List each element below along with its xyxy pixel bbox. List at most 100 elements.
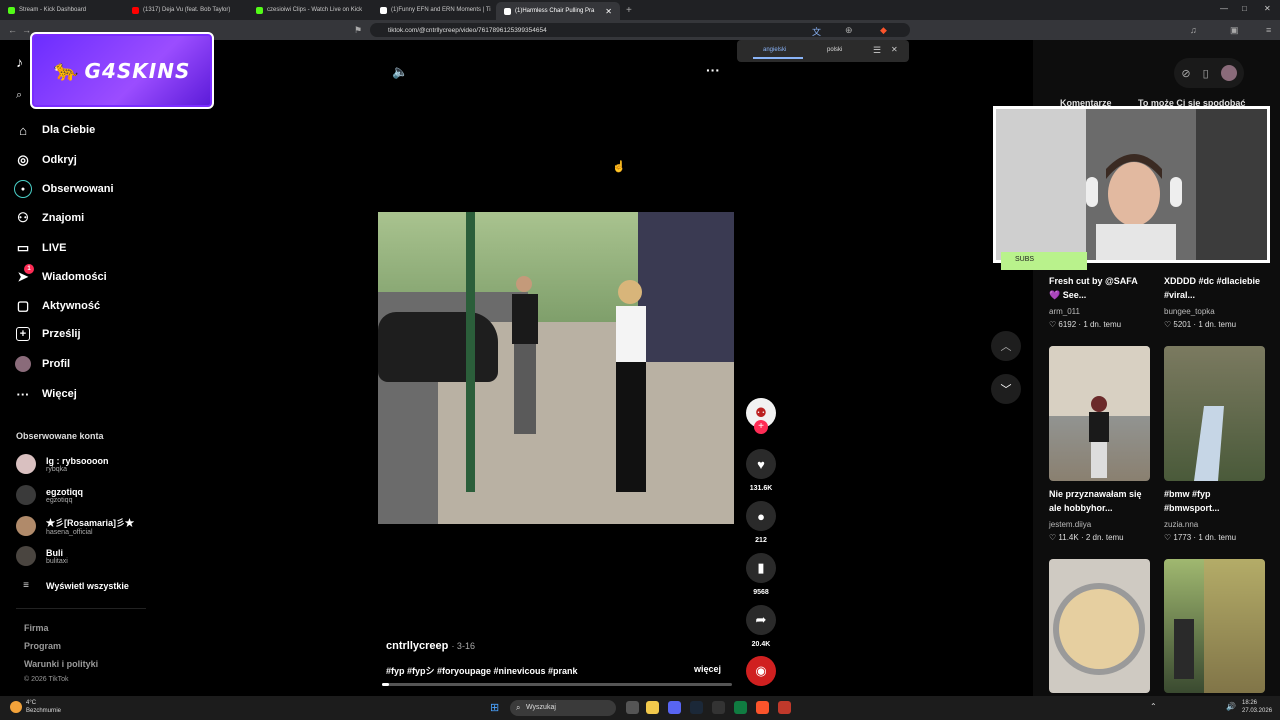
followed-account[interactable]: ★彡[Rosamaria]彡★ hasena_official	[16, 516, 134, 536]
weather-icon[interactable]	[10, 701, 22, 713]
card-user[interactable]: zuzia.nna	[1164, 520, 1198, 529]
card-user[interactable]: arm_011	[1049, 307, 1080, 316]
card-title[interactable]: XDDDD #dc #dlaciebie #viral...	[1164, 274, 1264, 302]
more-options-icon[interactable]: ···	[706, 62, 720, 78]
volume-icon[interactable]: 🔊	[1226, 702, 1236, 711]
share-button[interactable]: ➦ 20.4K	[746, 605, 776, 648]
music-disc[interactable]: ◉	[746, 656, 776, 686]
sidebar-item-aktywnosc[interactable]: ▢ Aktywność	[14, 297, 100, 315]
upload-icon: +	[16, 327, 30, 341]
footer-link-terms[interactable]: Warunki i polityki	[24, 659, 98, 669]
messages-icon: ➤ 1	[14, 264, 34, 286]
close-tab-icon[interactable]: ✕	[605, 7, 612, 16]
avatar	[16, 454, 36, 474]
see-all-followed[interactable]: ≡ Wyświetl wszystkie	[16, 580, 129, 591]
next-video-button[interactable]: ﹀	[991, 374, 1021, 404]
bookmark-icon[interactable]: ⚑	[354, 25, 362, 36]
translate-target-lang[interactable]: polski	[827, 47, 842, 53]
followed-account[interactable]: Ig : rybsoooon rybqka	[16, 454, 109, 474]
like-button[interactable]: ♥ 131.6K	[746, 449, 776, 492]
forward-icon[interactable]: →	[22, 25, 31, 35]
brave-shield-icon[interactable]: ◆	[880, 25, 887, 36]
thumbnail-image	[1194, 406, 1224, 481]
card-user[interactable]: jestem.diiya	[1049, 520, 1091, 529]
browser-tab[interactable]: czesioiwi Clips - Watch Live on Kick	[248, 2, 372, 18]
brave-icon[interactable]	[756, 701, 769, 714]
video-hashtags[interactable]: #fyp #fypシ #foryoupage #ninevicous #pran…	[386, 664, 578, 677]
friends-icon: ⚇	[17, 210, 29, 225]
url-input[interactable]: tiktok.com/@cntrllycreep/video/761789612…	[370, 23, 910, 37]
translate-close-icon[interactable]: ✕	[891, 45, 898, 54]
home-icon: ⌂	[19, 122, 27, 138]
sidebar-item-live[interactable]: ▭ LIVE	[14, 239, 67, 257]
video-thumbnail[interactable]	[1049, 346, 1150, 481]
video-progress-bar[interactable]	[382, 683, 732, 686]
footer-link-firma[interactable]: Firma	[24, 623, 49, 633]
minimize-icon[interactable]: —	[1220, 4, 1228, 13]
task-view-icon[interactable]	[626, 701, 639, 714]
zoom-icon[interactable]: ⊕	[845, 25, 853, 36]
card-meta: ♡ 6192 · 1 dn. temu	[1049, 320, 1122, 329]
browser-tab[interactable]: Stream - Kick Dashboard	[0, 2, 124, 18]
menu-icon[interactable]: ≡	[1266, 25, 1271, 35]
more-caption-button[interactable]: więcej	[694, 664, 721, 674]
video-author[interactable]: cntrllycreep · 3-16	[386, 640, 475, 652]
sidebar-item-wiecej[interactable]: ··· Więcej	[14, 385, 77, 403]
translate-menu-icon[interactable]: ☰	[873, 45, 881, 56]
sidebar-item-odkryj[interactable]: ◎ Odkryj	[14, 151, 77, 169]
video-thumbnail[interactable]	[1164, 346, 1265, 481]
excel-icon[interactable]	[734, 701, 747, 714]
comment-button[interactable]: ● 212	[746, 501, 776, 544]
extensions-icon[interactable]: ♫	[1190, 25, 1197, 35]
video-thumbnail[interactable]	[1164, 559, 1265, 693]
cursor-icon: ☝	[612, 161, 626, 173]
back-icon[interactable]: ←	[8, 25, 17, 35]
sidebar-item-obserwowani[interactable]: ● Obserwowani	[14, 180, 114, 198]
translate-icon[interactable]: 文	[812, 25, 821, 38]
new-tab-icon[interactable]: +	[626, 5, 632, 16]
user-avatar[interactable]	[1220, 65, 1237, 81]
taskbar-search[interactable]: ⌕ Wyszukaj	[510, 700, 616, 716]
app-icon[interactable]	[712, 701, 725, 714]
footer-link-program[interactable]: Program	[24, 641, 61, 651]
discord-icon[interactable]	[668, 701, 681, 714]
sidebar-item-przeslij[interactable]: + Prześlij	[14, 327, 81, 341]
card-title[interactable]: Fresh cut by @SAFA 💜 See...	[1049, 274, 1149, 302]
author-avatar-follow[interactable]: ⚉ +	[746, 398, 776, 434]
followed-account[interactable]: Buli bulitaxi	[16, 546, 68, 566]
browser-tab-active[interactable]: (1)Harmless Chair Pulling Pra ✕	[496, 2, 620, 20]
followed-account[interactable]: egzotiqq egzotiqq	[16, 485, 83, 505]
save-button[interactable]: ▮ 9568	[746, 553, 776, 596]
obs-icon[interactable]	[778, 701, 791, 714]
device-icon[interactable]: ▯	[1203, 67, 1209, 80]
wallet-icon[interactable]: ▣	[1230, 25, 1239, 36]
card-title[interactable]: Nie przyznawałam się ale hobbyhor...	[1049, 487, 1149, 515]
follow-plus-icon[interactable]: +	[754, 420, 768, 434]
steam-icon[interactable]	[690, 701, 703, 714]
windows-start-icon[interactable]: ⊞	[490, 701, 499, 714]
coin-icon[interactable]: ⊘	[1181, 67, 1190, 80]
sidebar-item-profil[interactable]: Profil	[14, 356, 70, 372]
browser-tab[interactable]: (1317) Deja Vu (feat. Bob Taylor)	[124, 2, 248, 18]
browser-tab[interactable]: (1)Funny EFN and ERN Moments | Ti	[372, 2, 496, 18]
search-icon[interactable]: ⌕	[16, 89, 22, 102]
volume-icon[interactable]: 🔈	[392, 64, 408, 80]
card-title[interactable]: #bmw #fyp #bmwsport...	[1164, 487, 1264, 515]
tray-chevron-icon[interactable]: ⌃	[1150, 702, 1157, 711]
avatar	[16, 485, 36, 505]
video-player[interactable]	[378, 212, 734, 524]
sidebar-item-dla-ciebie[interactable]: ⌂ Dla Ciebie	[14, 121, 95, 139]
tiktok-logo-icon[interactable]: ♪	[16, 54, 23, 70]
file-explorer-icon[interactable]	[646, 701, 659, 714]
previous-video-button[interactable]: ︿	[991, 331, 1021, 361]
maximize-icon[interactable]: □	[1242, 4, 1247, 13]
close-window-icon[interactable]: ✕	[1264, 4, 1271, 13]
tiktok-icon	[504, 7, 511, 15]
card-user[interactable]: bungee_topka	[1164, 307, 1215, 316]
video-thumbnail[interactable]	[1049, 559, 1150, 693]
messages-badge: 1	[24, 264, 34, 274]
video-scene-man	[512, 276, 538, 434]
sidebar-item-znajomi[interactable]: ⚇ Znajomi	[14, 209, 84, 227]
sidebar-item-wiadomosci[interactable]: ➤ 1 Wiadomości	[14, 264, 107, 286]
translate-source-lang[interactable]: angielski	[763, 47, 786, 53]
